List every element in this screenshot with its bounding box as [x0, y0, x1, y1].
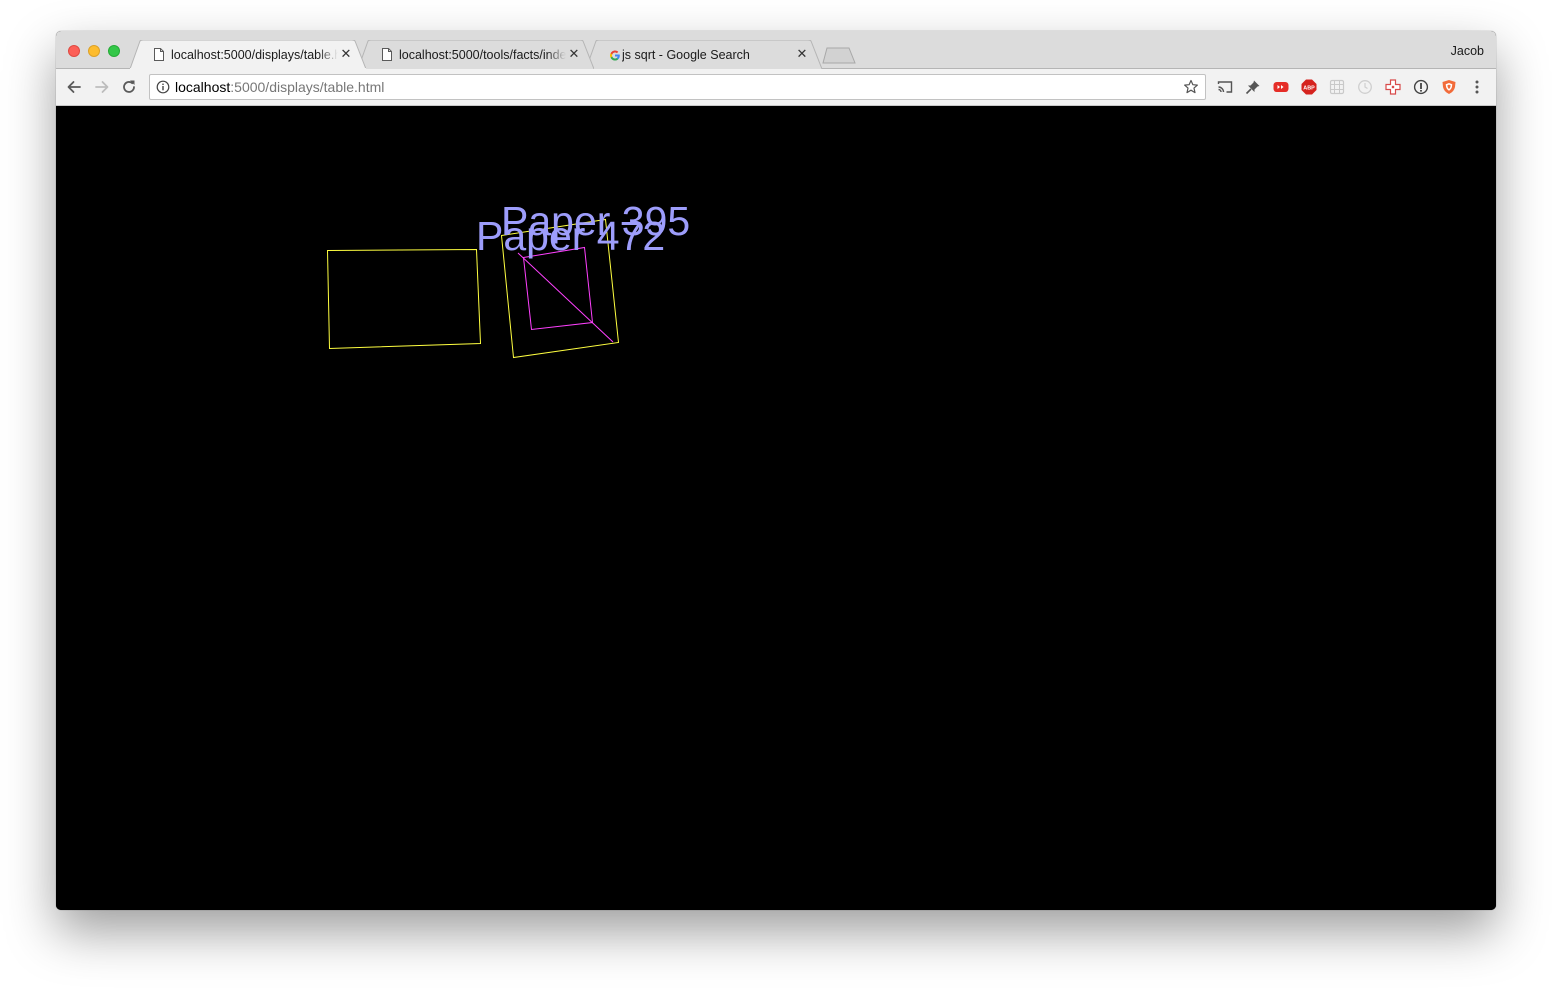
page-canvas: Paper 395 Paper 472 — [56, 106, 1496, 910]
address-bar[interactable]: localhost:5000/displays/table.html — [149, 74, 1206, 100]
star-icon[interactable] — [1183, 79, 1199, 95]
tab-facts[interactable]: localhost:5000/tools/facts/index.html ✕ — [358, 40, 594, 69]
clock-icon[interactable] — [1357, 79, 1373, 95]
google-icon — [610, 50, 620, 61]
shield-icon[interactable] — [1441, 79, 1457, 95]
paper-label: Paper 472 — [476, 213, 666, 259]
crosshair-icon[interactable] — [1385, 79, 1401, 95]
toolbar: localhost:5000/displays/table.html ABP — [56, 69, 1496, 106]
paper-projection — [326, 218, 620, 359]
tab-table[interactable]: localhost:5000/displays/table.html ✕ — [130, 40, 366, 69]
window-minimize-button[interactable] — [88, 45, 100, 57]
cast-icon[interactable] — [1217, 79, 1233, 95]
url-text[interactable]: localhost:5000/displays/table.html — [175, 80, 384, 95]
window-close-button[interactable] — [68, 45, 80, 57]
info-icon[interactable] — [156, 80, 170, 94]
close-icon[interactable]: ✕ — [796, 47, 808, 60]
reload-icon[interactable] — [120, 78, 138, 96]
window-maximize-button[interactable] — [108, 45, 120, 57]
close-icon[interactable]: ✕ — [568, 47, 580, 60]
svg-text:ABP: ABP — [1303, 85, 1315, 91]
page-icon — [382, 48, 392, 61]
page-icon — [154, 48, 164, 61]
back-arrow-icon[interactable] — [65, 78, 83, 96]
menu-dots-icon[interactable] — [1469, 79, 1485, 95]
forward-arrow-icon[interactable] — [93, 78, 111, 96]
tab-title: js sqrt - Google Search — [622, 48, 750, 62]
tab-title: localhost:5000/displays/table.html — [171, 48, 338, 62]
browser-window: localhost:5000/displays/table.html ✕ loc… — [56, 31, 1496, 910]
adblock-icon[interactable]: ABP — [1301, 79, 1317, 95]
inner-diagonal — [517, 252, 614, 343]
tab-google[interactable]: js sqrt - Google Search ✕ — [586, 40, 822, 69]
close-icon[interactable]: ✕ — [340, 47, 352, 60]
pin-icon[interactable] — [1245, 79, 1261, 95]
tab-title: localhost:5000/tools/facts/index.html — [399, 48, 566, 62]
youtube-icon[interactable] — [1273, 79, 1289, 95]
profile-name[interactable]: Jacob — [1451, 44, 1484, 58]
info-circle-icon[interactable] — [1413, 79, 1429, 95]
paper-outline-left — [326, 248, 482, 350]
inner-quad — [522, 246, 594, 331]
extension-grid-icon[interactable] — [1329, 79, 1345, 95]
tab-strip: localhost:5000/displays/table.html ✕ loc… — [56, 31, 1496, 69]
url-path: :5000/displays/table.html — [230, 79, 385, 95]
url-host: localhost — [175, 79, 231, 95]
new-tab-button[interactable] — [822, 47, 856, 64]
